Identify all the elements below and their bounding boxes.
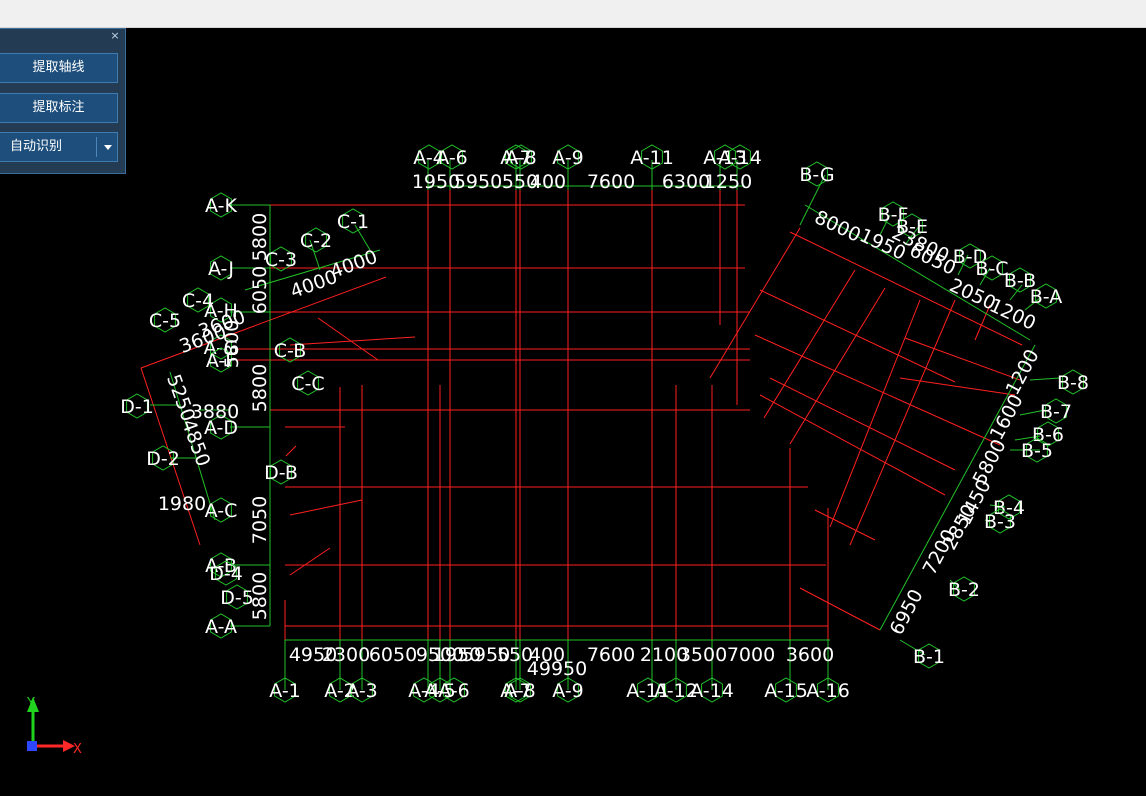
axis-line [799,587,881,631]
axis-bubble-label: A-6 [436,147,468,169]
dimension-text: 3500 [679,644,727,666]
axis-bubble-label: B-3 [984,511,1016,533]
dimension-text: 1600 [986,391,1028,444]
axis-bubble-label: B-1 [913,646,945,668]
dimension-text: 7600 [587,171,635,193]
axis-bubble-label: B-5 [1021,440,1053,462]
axis-bubble-label: A-8 [504,680,536,702]
ucs-x-label: X [73,742,82,757]
dimension-text: 1980 [158,493,206,515]
dimension-text: 3600 [786,644,834,666]
extract-dimension-button[interactable]: 提取标注 [0,93,118,123]
axis-line [759,394,946,496]
recognition-mode-select[interactable]: 自动识别 [0,132,118,162]
axis-bubble-label: D-1 [120,396,154,418]
axis-bubble-label: B-7 [1040,401,1072,423]
dimension-text: 400 [530,171,566,193]
axis-bubble-label: A-3 [346,680,378,702]
axis-bubble-label: A-14 [690,680,734,702]
axis-bubble-label: D-4 [209,563,243,585]
axis-bubble-label: B-2 [948,579,980,601]
axis-line [317,317,379,361]
axis-bubble-label: A-9 [552,680,584,702]
axis-bubble-label: B-A [1030,286,1062,308]
dimension-text: 6950 [886,586,928,639]
axis-bubble-label: C-2 [300,230,332,252]
axis-line [904,337,1021,381]
axis-line [289,336,416,346]
axis-line [899,377,1016,396]
select-divider [96,137,97,157]
axis-bubble-label: C-B [274,340,306,362]
dimension-text: 5800 [249,364,271,412]
ucs-origin [27,741,37,751]
axis-bubble-label: A-6 [438,680,470,702]
axis-line [814,509,876,541]
axis-bubble-label: A-A [205,616,237,638]
dimension-text: 5250 [162,371,199,424]
dimension-text: 5800 [221,320,243,368]
extract-axis-button[interactable]: 提取轴线 [0,53,118,83]
dimension-line [1029,377,1061,381]
close-icon[interactable]: × [109,30,121,42]
dimension-text: 5800 [249,572,271,620]
axis-line [285,445,297,457]
axis-bubble-label: A-J [208,258,234,280]
dimension-text: 6050 [249,266,271,314]
axis-bubble-label: D-2 [146,448,180,470]
tool-panel: × 提取轴线 提取标注 自动识别 [0,28,126,174]
axis-bubble-label: A-15 [764,680,808,702]
dimension-text: 5950 [454,171,502,193]
axis-bubble-label: B-G [799,164,834,186]
axis-bubble-label: C-5 [149,310,181,332]
axis-bubble-label: A-1 [269,680,301,702]
axis-bubble-label: D-B [264,462,298,484]
dimension-text: 7600 [587,644,635,666]
dimension-text: 2300 [322,644,370,666]
axis-bubble-label: B-8 [1057,372,1089,394]
axis-line [763,269,856,419]
axis-line [849,299,956,546]
axis-bubble-label: A-16 [806,680,850,702]
window-title-bar [0,0,1146,28]
ucs-y-label: Y [26,696,35,711]
axis-line [289,499,363,516]
dimension-text: 5800 [249,213,271,261]
recognition-mode-value: 自动识别 [10,139,63,154]
dimension-text: 8000 [811,206,864,246]
ucs-icon: Y X [26,696,82,757]
axis-line [754,334,1001,446]
axis-bubble-label: A-K [205,195,237,217]
dimension-text: 7050 [249,496,271,544]
axis-bubble-label: A-C [205,500,238,522]
axis-bubble-label: A-14 [718,147,762,169]
axis-bubble-label: C-C [291,373,324,395]
dimension-text: 6050 [369,644,417,666]
axis-bubble-label: C-1 [337,211,369,233]
dimension-texts: 19505950 550400 7600 6300125049502300605095… [158,171,1044,680]
axis-bubble-label: C-4 [182,290,214,312]
dimension-text: 1250 [704,171,752,193]
axis-bubble-label: A-8 [505,147,537,169]
axis-line [289,547,331,576]
dimension-text: 7000 [727,644,775,666]
axis-bubble-label: A-9 [552,147,584,169]
axis-bubble-label: A-11 [630,147,674,169]
axis-line [769,377,956,471]
dimension-text: 4000 [327,246,380,283]
dimension-text: 49950 [527,658,587,680]
chevron-down-icon[interactable] [104,145,112,150]
cad-viewport[interactable]: A-KA-JA-HA-GA-FA-DA-CA-BA-AA-1 A-2A-3 A-4A… [0,27,1146,796]
